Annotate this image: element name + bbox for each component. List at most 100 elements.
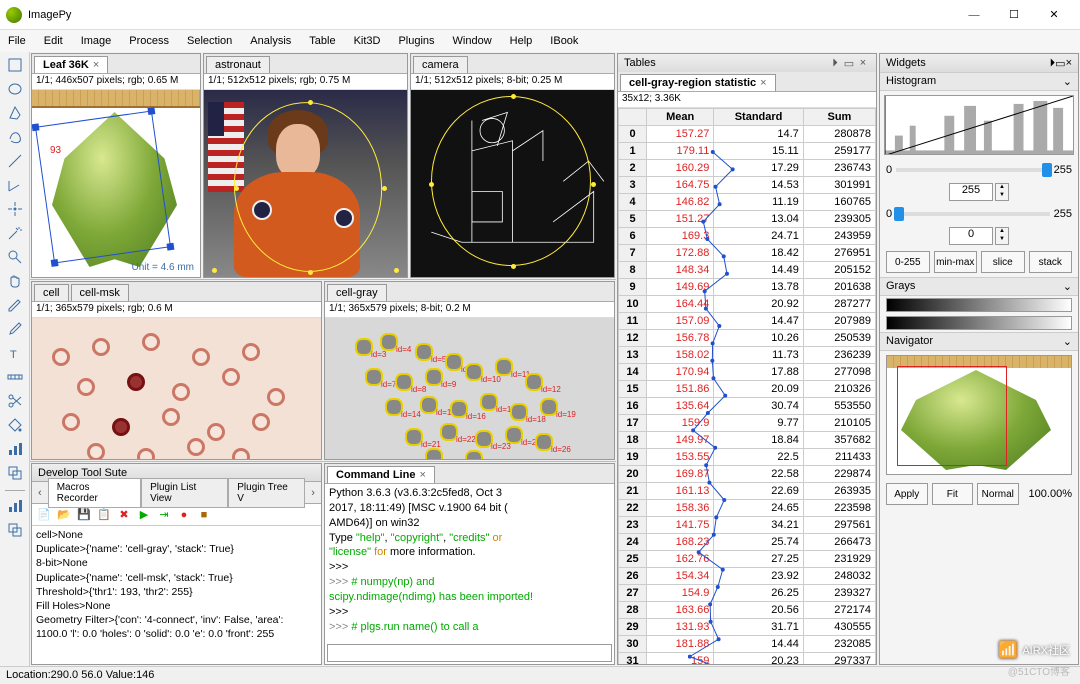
image-window-cell[interactable]: cell cell-msk 1/1; 365x579 pixels; rgb; … [31,281,322,460]
macros-text[interactable]: cell>None Duplicate>{'name': 'cell-gray'… [32,526,321,664]
close-icon[interactable]: × [760,77,766,89]
fit-button[interactable]: Fit [932,483,974,505]
image-window-cellgray[interactable]: cell-gray 1/1; 365x579 pixels; 8-bit; 0.… [324,281,615,460]
record-icon[interactable]: ● [176,507,192,523]
pencil-icon[interactable] [2,294,28,316]
angle-icon[interactable] [2,174,28,196]
tab-plugin-list[interactable]: Plugin List View [141,478,228,508]
selection-box[interactable] [35,110,171,263]
collapse-icon[interactable]: ⌄ [1063,75,1072,88]
maximize-button[interactable]: ☐ [994,2,1034,28]
circle-selection[interactable] [431,96,591,266]
tab-statistic[interactable]: cell-gray-region statistic× [620,74,776,91]
collapse-icon[interactable]: ⌄ [1063,335,1072,348]
hist-value-input[interactable]: 255 [949,183,993,201]
menu-process[interactable]: Process [125,33,173,49]
overlay-icon[interactable] [2,462,28,484]
tab-astronaut[interactable]: astronaut [206,56,270,73]
new-icon[interactable]: 📄 [36,507,52,523]
menu-ibook[interactable]: IBook [546,33,582,49]
minimize-icon[interactable]: ▭ [842,57,856,70]
oval-select-icon[interactable] [2,78,28,100]
next-tab-button[interactable]: › [305,487,321,499]
minmax-button[interactable]: min-max [934,251,978,273]
menu-image[interactable]: Image [77,33,116,49]
close-icon[interactable]: × [93,59,99,71]
tab-cell-msk[interactable]: cell-msk [71,284,129,301]
section-navigator[interactable]: Navigator [886,335,1063,348]
image-info: 1/1; 512x512 pixels; 8-bit; 0.25 M [411,74,614,90]
stack-button[interactable]: stack [1029,251,1073,273]
delete-icon[interactable]: ✖ [116,507,132,523]
stop-icon[interactable]: ■ [196,507,212,523]
close-icon[interactable]: × [856,57,870,69]
menu-plugins[interactable]: Plugins [394,33,438,49]
hand-icon[interactable] [2,270,28,292]
spinner[interactable]: ▲▼ [995,183,1009,201]
menu-file[interactable]: File [4,33,30,49]
histogram-plot[interactable] [884,95,1074,155]
tab-cellgray[interactable]: cell-gray [327,284,387,301]
zoom-icon[interactable] [2,246,28,268]
console-output[interactable]: Python 3.6.3 (v3.6.3:2c5fed8, Oct 32017,… [325,484,614,642]
freehand-select-icon[interactable] [2,126,28,148]
minimize-button[interactable]: — [954,2,994,28]
rect-select-icon[interactable] [2,54,28,76]
scissors-icon[interactable] [2,390,28,412]
navigator-viewport[interactable] [897,366,1007,466]
text-icon[interactable]: T [2,342,28,364]
tab-leaf[interactable]: Leaf 36K× [34,56,108,73]
menu-help[interactable]: Help [506,33,537,49]
collapse-icon[interactable]: ⌄ [1063,280,1072,293]
menu-window[interactable]: Window [449,33,496,49]
console-input[interactable] [327,644,612,662]
slice-button[interactable]: slice [981,251,1025,273]
open-icon[interactable]: 📂 [56,507,72,523]
prev-tab-button[interactable]: ‹ [32,487,48,499]
menu-selection[interactable]: Selection [183,33,236,49]
0255-button[interactable]: 0-255 [886,251,930,273]
overlay-extra-icon[interactable] [2,519,28,541]
hist-slider-max[interactable] [896,168,1050,172]
data-table[interactable]: MeanStandardSum0157.2714.72808781179.111… [618,108,876,664]
hist-slider-min[interactable] [896,212,1050,216]
normal-button[interactable]: Normal [977,483,1019,505]
close-icon[interactable]: × [1066,57,1072,69]
section-histogram[interactable]: Histogram [886,75,1063,88]
apply-button[interactable]: Apply [886,483,928,505]
chart-extra-icon[interactable] [2,495,28,517]
flood-icon[interactable] [2,414,28,436]
image-window-astronaut[interactable]: astronaut 1/1; 512x512 pixels; rgb; 0.75… [203,53,408,278]
point-icon[interactable] [2,198,28,220]
close-icon[interactable]: × [419,469,425,481]
menu-analysis[interactable]: Analysis [246,33,295,49]
section-grays[interactable]: Grays [886,280,1063,293]
menu-kit3d[interactable]: Kit3D [350,33,385,49]
hist-value-input[interactable]: 0 [949,227,993,245]
tab-plugin-tree[interactable]: Plugin Tree V [228,478,305,508]
widgets-panel: Widgets ⏵ ▭ × Histogram⌄ 0 255 255 ▲▼ [879,53,1079,665]
image-window-camera[interactable]: camera 1/1; 512x512 pixels; 8-bit; 0.25 … [410,53,615,278]
menu-table[interactable]: Table [305,33,339,49]
line-icon[interactable] [2,150,28,172]
minimize-icon[interactable]: ▭ [1055,57,1065,70]
tab-camera[interactable]: camera [413,56,468,73]
save-icon[interactable]: 💾 [76,507,92,523]
chart-icon[interactable] [2,438,28,460]
measure-icon[interactable] [2,366,28,388]
image-window-leaf[interactable]: Leaf 36K× 1/1; 446x507 pixels; rgb; 0.65… [31,53,201,278]
menu-edit[interactable]: Edit [40,33,67,49]
polygon-select-icon[interactable] [2,102,28,124]
pin-icon[interactable]: ⏵ [828,57,842,70]
run-icon[interactable]: ▶ [136,507,152,523]
tab-command-line[interactable]: Command Line× [327,466,435,483]
eyedropper-icon[interactable] [2,318,28,340]
copy-icon[interactable]: 📋 [96,507,112,523]
spinner[interactable]: ▲▼ [995,227,1009,245]
wand-icon[interactable] [2,222,28,244]
step-icon[interactable]: ⇥ [156,507,172,523]
navigator-thumbnail[interactable] [886,355,1072,475]
close-button[interactable]: ✕ [1034,2,1074,28]
tab-macros-recorder[interactable]: Macros Recorder [48,478,141,508]
tab-cell[interactable]: cell [34,284,69,301]
